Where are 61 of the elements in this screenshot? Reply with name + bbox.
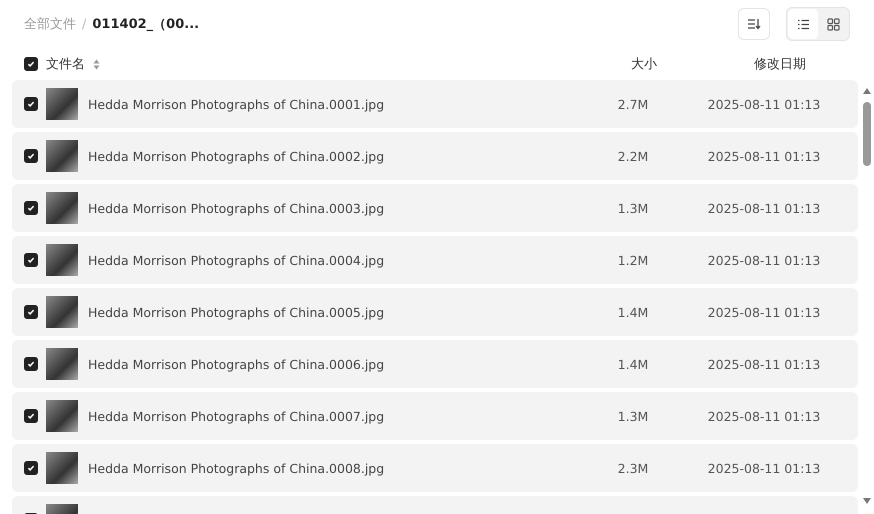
file-size: 1.4M	[616, 356, 650, 372]
file-name: Hedda Morrison Photographs of China.0004.jpg	[88, 252, 386, 268]
checkbox[interactable]	[24, 305, 38, 319]
file-name: Hedda Morrison Photographs of China.0008.jpg	[88, 460, 386, 476]
checkbox[interactable]	[24, 409, 38, 423]
modified-date: 2025-08-11 01:13	[706, 460, 822, 476]
file-row[interactable]: Hedda Morrison Photographs of China.0001.jpg 2.7M 2025-08-11 01:13	[12, 80, 858, 128]
checkbox[interactable]	[24, 57, 38, 71]
breadcrumb-separator: /	[82, 16, 86, 32]
modified-date: 2025-08-11 01:13	[706, 200, 822, 216]
checkbox[interactable]	[24, 461, 38, 475]
file-size: 1.4M	[616, 304, 650, 320]
modified-date: 2025-08-11 01:13	[706, 252, 822, 268]
column-header: 大小	[630, 56, 658, 73]
photo-placeholder	[46, 348, 78, 380]
modified-date: 2025-08-11 01:13	[706, 408, 822, 424]
file-size: 1.3M	[616, 200, 650, 216]
modified-date: 2025-08-11 01:13	[706, 356, 822, 372]
photo-placeholder	[46, 192, 78, 224]
scrollbar[interactable]	[862, 86, 872, 506]
file-row[interactable]: Hedda Morrison Photographs of China.0004.jpg 1.2M 2025-08-11 01:13	[12, 236, 858, 284]
file-size: 1.2M	[616, 252, 650, 268]
breadcrumb-current: 011402_（00...	[92, 16, 200, 33]
file-name: Hedda Morrison Photographs of China.0001.jpg	[88, 96, 386, 112]
file-size: 2.3M	[616, 460, 650, 476]
list-icon	[796, 18, 810, 30]
file-name: Hedda Morrison Photographs of China.0007.jpg	[88, 408, 386, 424]
list-view-button[interactable]	[788, 9, 818, 39]
checkbox[interactable]	[24, 357, 38, 371]
checkbox[interactable]	[24, 97, 38, 111]
photo-placeholder	[46, 244, 78, 276]
file-row[interactable]: Hedda Morrison Photographs of China.0003.jpg 1.3M 2025-08-11 01:13	[12, 184, 858, 232]
file-size: 2.7M	[616, 96, 650, 112]
modified-date: 2025-08-11 01:13	[706, 148, 822, 164]
column-header[interactable]: 文件名	[46, 55, 85, 73]
checkbox[interactable]	[24, 149, 38, 163]
modified-date: 2025-08-11 01:13	[706, 304, 822, 320]
column-header: 修改日期	[753, 56, 807, 73]
file-name: Hedda Morrison Photographs of China.0003.jpg	[88, 200, 386, 216]
photo-placeholder	[46, 140, 78, 172]
photo-placeholder	[46, 452, 78, 484]
file-name: Hedda Morrison Photographs of China.0002.jpg	[88, 148, 386, 164]
checkbox[interactable]	[24, 201, 38, 215]
sort-button[interactable]	[738, 8, 770, 40]
photo-placeholder	[46, 296, 78, 328]
file-row[interactable]: Hedda Morrison Photographs of China.0006.jpg 1.4M 2025-08-11 01:13	[12, 340, 858, 388]
photo-placeholder	[46, 400, 78, 432]
sort-icon[interactable]	[93, 58, 100, 70]
file-name: Hedda Morrison Photographs of China.0005.jpg	[88, 304, 386, 320]
file-row[interactable]: Hedda Morrison Photographs of China.0007.jpg 1.3M 2025-08-11 01:13	[12, 392, 858, 440]
grid-icon	[826, 18, 840, 30]
file-size: 1.3M	[616, 408, 650, 424]
file-row[interactable]: Hedda Morrison Photographs of China.0002.jpg 2.2M 2025-08-11 01:13	[12, 132, 858, 180]
sort-icon	[747, 18, 761, 30]
file-name: Hedda Morrison Photographs of China.0006.jpg	[88, 356, 386, 372]
file-size: 2.2M	[616, 148, 650, 164]
photo-placeholder	[46, 88, 78, 120]
file-row[interactable]: Hedda Morrison Photographs of China.0008.jpg 2.3M 2025-08-11 01:13	[12, 444, 858, 492]
modified-date: 2025-08-11 01:13	[706, 96, 822, 112]
file-row[interactable]: Hedda Morrison Photographs of China.0005.jpg 1.4M 2025-08-11 01:13	[12, 288, 858, 336]
checkbox[interactable]	[24, 253, 38, 267]
